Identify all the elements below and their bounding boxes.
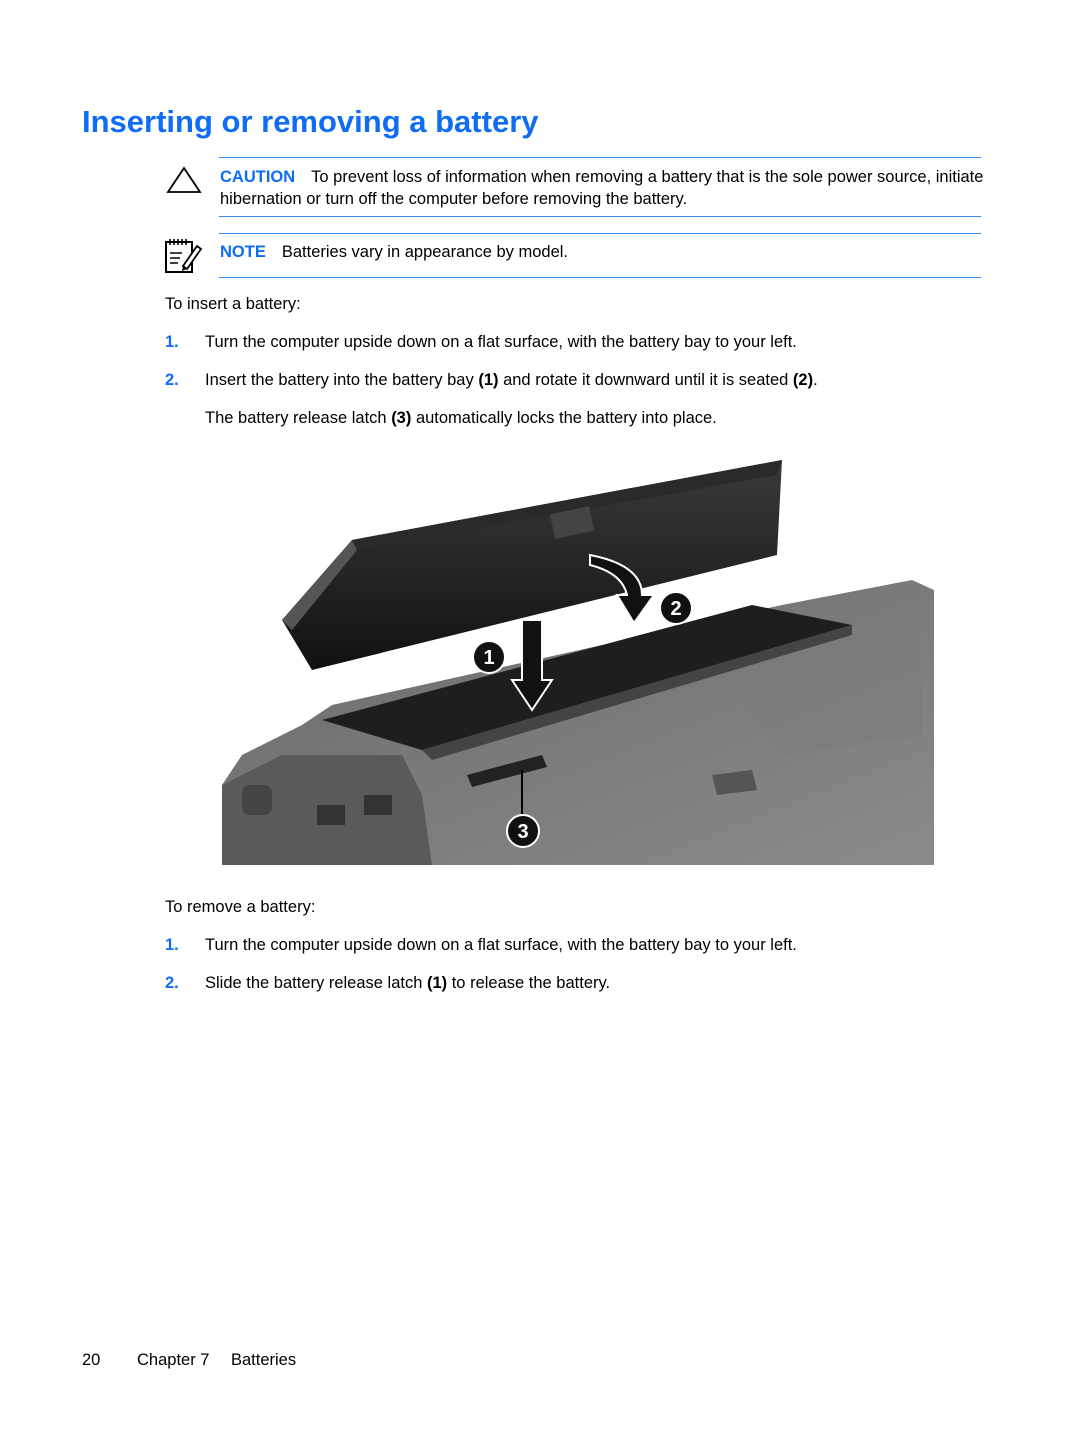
text-run: automatically locks the battery into pla… — [411, 409, 717, 427]
insert-intro: To insert a battery: — [165, 295, 301, 313]
footer-chapter-title: Batteries — [231, 1351, 297, 1369]
caution-block: CAUTION To prevent loss of information wh… — [220, 166, 990, 210]
callout-1-label: 1 — [483, 647, 494, 669]
note-top-rule — [219, 233, 981, 234]
caution-label: CAUTION — [220, 168, 296, 186]
callout-ref: (1) — [426, 974, 448, 992]
callout-3-label: 3 — [517, 821, 528, 843]
insert-step-2-text: Insert the battery into the battery bay … — [205, 371, 818, 390]
text-run: to release the battery. — [447, 974, 611, 992]
insert-step-1-text: Turn the computer upside down on a flat … — [205, 333, 797, 351]
page-title: Inserting or removing a battery — [82, 104, 539, 139]
insert-step-2-number: 2. — [165, 371, 179, 389]
callout-1: 1 — [472, 640, 506, 674]
remove-intro: To remove a battery: — [165, 898, 316, 916]
text-run: Slide the battery release latch — [205, 974, 427, 992]
page-number: 20 — [82, 1351, 101, 1369]
caution-triangle-icon — [166, 166, 202, 193]
insert-step-1-number: 1. — [165, 333, 179, 351]
text-run: Insert the battery into the battery bay — [205, 371, 479, 389]
caution-bottom-rule — [219, 216, 981, 217]
text-run: . — [813, 371, 818, 389]
remove-step-2-number: 2. — [165, 974, 179, 992]
callout-ref: (3) — [391, 409, 412, 427]
callout-2-label: 2 — [670, 598, 681, 620]
remove-step-2-text: Slide the battery release latch (1) to r… — [205, 974, 610, 993]
note-text: Batteries vary in appearance by model. — [281, 243, 568, 261]
insert-followup-text: The battery release latch (3) automatica… — [205, 409, 717, 428]
battery-insertion-figure: 1 2 3 — [222, 460, 934, 865]
note-pencil-icon — [165, 239, 203, 273]
caution-text: To prevent loss of information when remo… — [220, 168, 984, 208]
text-run: The battery release latch — [205, 409, 392, 427]
note-label: NOTE — [220, 243, 266, 261]
callout-2: 2 — [659, 591, 693, 625]
callout-3: 3 — [506, 814, 540, 848]
text-run: and rotate it downward until it is seate… — [498, 371, 793, 389]
remove-step-1-text: Turn the computer upside down on a flat … — [205, 936, 797, 954]
remove-step-1-number: 1. — [165, 936, 179, 954]
callout-ref: (1) — [478, 371, 499, 389]
note-block: NOTE Batteries vary in appearance by mode… — [220, 241, 990, 263]
caution-top-rule — [219, 157, 981, 158]
note-bottom-rule — [219, 277, 981, 278]
callout-ref: (2) — [792, 371, 814, 389]
footer-chapter: Chapter 7 — [137, 1351, 210, 1369]
